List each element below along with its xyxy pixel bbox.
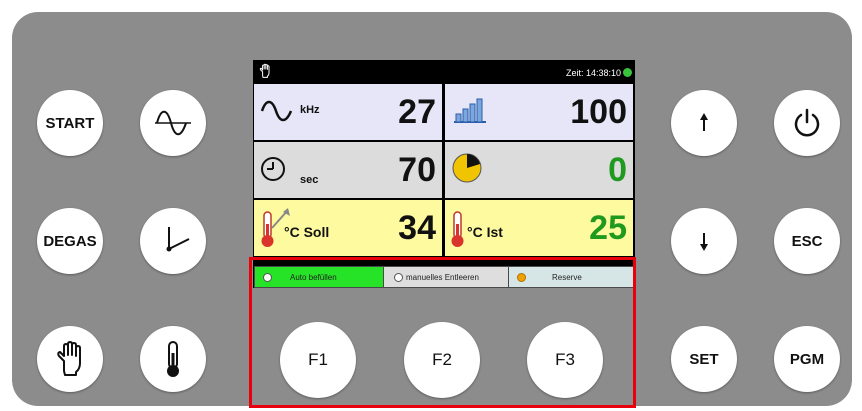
- start-button[interactable]: START: [37, 90, 103, 156]
- temp-actual-unit: °C Ist: [467, 224, 503, 240]
- time-value: 70: [398, 151, 436, 189]
- highlight-box: [249, 257, 636, 408]
- hand-button[interactable]: [37, 326, 103, 392]
- timer-button[interactable]: [140, 208, 206, 274]
- power-icon: [794, 108, 820, 137]
- pgm-button[interactable]: PGM: [774, 326, 840, 392]
- up-button[interactable]: [671, 90, 737, 156]
- temp-set-unit: °C Soll: [284, 224, 330, 240]
- frequency-value: 27: [398, 93, 436, 131]
- frequency-button[interactable]: [140, 90, 206, 156]
- frequency-unit: kHz: [300, 104, 320, 116]
- thermometer-icon: [451, 211, 464, 247]
- power-button[interactable]: [774, 90, 840, 156]
- time-unit: sec: [300, 174, 319, 186]
- status-bar: Zeit: 14:38:10: [253, 60, 635, 83]
- hand-icon: [57, 341, 81, 376]
- temperature-button[interactable]: [140, 326, 206, 392]
- degas-button[interactable]: DEGAS: [37, 208, 103, 274]
- arrow-up-icon: [700, 113, 708, 131]
- power-value: 100: [570, 93, 627, 131]
- elapsed-cell: 0: [445, 142, 633, 198]
- arrow-down-icon: [700, 233, 708, 251]
- down-button[interactable]: [671, 208, 737, 274]
- power-level-icon: [454, 98, 486, 123]
- lcd-display: Zeit: 14:38:10 kHz 27 100 sec 70 0 °C So…: [253, 60, 635, 288]
- temp-set-value: 34: [398, 209, 436, 247]
- sine-wave-icon: [260, 100, 293, 122]
- thermometer-icon: [167, 341, 179, 377]
- temp-actual-value: 25: [589, 209, 627, 247]
- status-led: [623, 68, 632, 77]
- sine-wave-icon: [155, 110, 191, 136]
- clock-icon: [261, 157, 285, 181]
- hand-icon: [259, 63, 270, 78]
- set-button[interactable]: SET: [671, 326, 737, 392]
- clock-hand-icon: [166, 227, 190, 252]
- power-cell: 100: [445, 84, 633, 140]
- elapsed-value: 0: [608, 151, 627, 189]
- pie-timer-icon: [452, 153, 482, 183]
- esc-button[interactable]: ESC: [774, 208, 840, 274]
- temp-set-cell: °C Soll 34: [254, 200, 442, 256]
- time-cell: sec 70: [254, 142, 442, 198]
- temp-actual-cell: °C Ist 25: [445, 200, 633, 256]
- frequency-cell: kHz 27: [254, 84, 442, 140]
- clock-readout: Zeit: 14:38:10: [565, 68, 621, 78]
